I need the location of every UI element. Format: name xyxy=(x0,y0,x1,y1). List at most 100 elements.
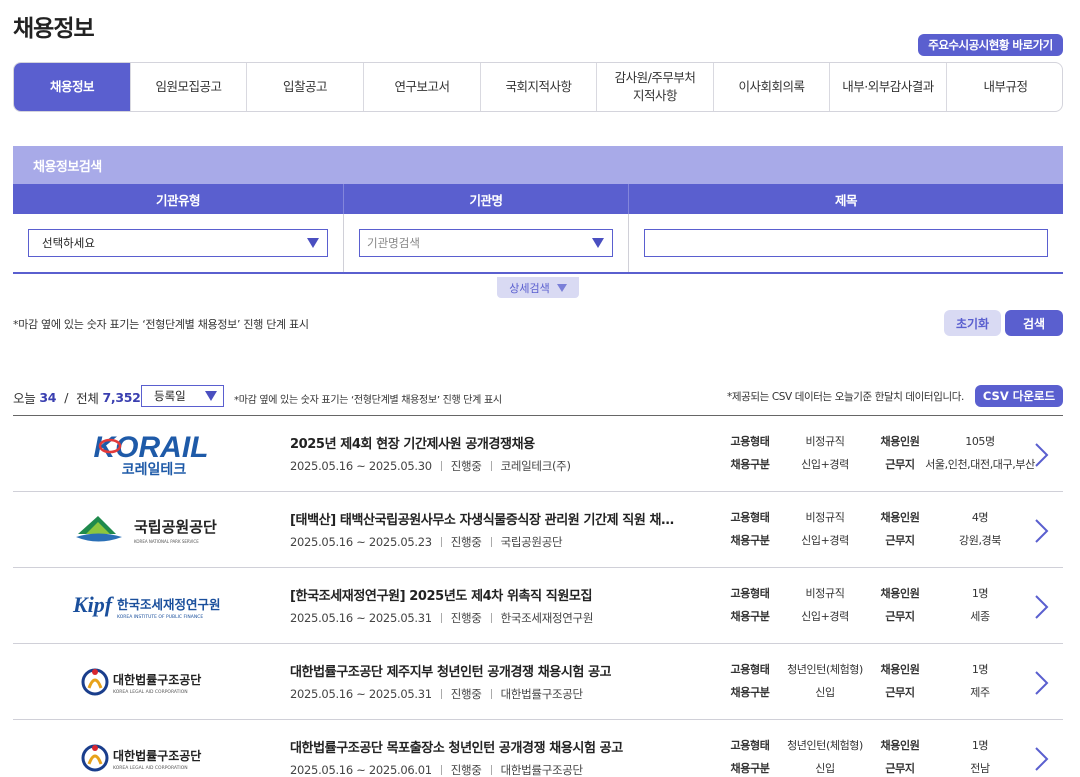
posting-period: 2025.05.16 ~ 2025.05.31 xyxy=(290,611,432,625)
tab-board-minutes[interactable]: 이사회회의록 xyxy=(714,63,830,111)
dropdown-arrow-icon xyxy=(592,238,604,248)
today-count: 34 xyxy=(39,390,57,405)
emp-type-value: 비정규직 xyxy=(805,511,845,524)
posting-title[interactable]: [한국조세재정연구원] 2025년도 제4차 위촉직 직원모집 xyxy=(290,585,592,604)
category-value: 신입+경력 xyxy=(801,458,849,471)
posting-meta: 2025.05.16 ~ 2025.05.23 진행중 국립공원공단 xyxy=(290,534,563,550)
tab-bid-notice[interactable]: 입찰공고 xyxy=(247,63,364,111)
posting-period: 2025.05.16 ~ 2025.05.30 xyxy=(290,459,432,473)
tab-audit-findings[interactable]: 감사원/주무부처 지적사항 xyxy=(597,63,714,111)
posting-title[interactable]: 대한법률구조공단 제주지부 청년인턴 공개경쟁 채용시험 공고 xyxy=(290,661,611,680)
logo-word: 한국조세재정연구원 xyxy=(117,597,221,612)
posting-status: 진행중 xyxy=(450,459,482,473)
location-value: 세종 xyxy=(970,610,990,623)
org-name-header: 기관명 xyxy=(344,184,629,214)
posting-org: 국립공원공단 xyxy=(500,535,563,549)
posting-title[interactable]: [태백산] 태백산국립공원사무소 자생식물증식장 관리원 기간제 직원 채… xyxy=(290,509,674,528)
emp-type-value: 비정규직 xyxy=(805,587,845,600)
knps-logo: 국립공원공단 KOREA NATIONAL PARK SERVICE xyxy=(68,502,233,558)
today-label: 오늘 xyxy=(13,391,36,406)
location-value: 전남 xyxy=(970,762,990,775)
tab-assembly-findings[interactable]: 국회지적사항 xyxy=(481,63,597,111)
posting-status: 진행중 xyxy=(450,687,482,701)
headcount-value: 105명 xyxy=(965,435,995,448)
list-item[interactable]: 국립공원공단 KOREA NATIONAL PARK SERVICE [태백산]… xyxy=(13,492,1063,568)
tab-executive-recruit[interactable]: 임원모집공고 xyxy=(131,63,247,111)
emp-type-label: 고용형태 xyxy=(730,663,770,676)
posting-title[interactable]: 2025년 제4회 현장 기간제사원 공개경쟁채용 xyxy=(290,433,535,452)
org-type-header: 기관유형 xyxy=(13,184,344,214)
tab-internal-rules[interactable]: 내부규정 xyxy=(947,63,1062,111)
chevron-right-icon[interactable] xyxy=(1033,518,1049,544)
category-value: 신입+경력 xyxy=(801,610,849,623)
posting-list: KORAIL 코레일테크 2025년 제4회 현장 기간제사원 공개경쟁채용 2… xyxy=(13,415,1063,777)
chevron-right-icon[interactable] xyxy=(1033,670,1049,696)
category-label: 채용구분 xyxy=(730,762,770,775)
category-label: 채용구분 xyxy=(730,610,770,623)
logo-word: 국립공원공단 xyxy=(134,518,217,536)
emp-type-label: 고용형태 xyxy=(730,511,770,524)
chevron-right-icon[interactable] xyxy=(1033,594,1049,620)
posting-info: 고용형태 청년인턴(체험형) 채용인원 1명 채용구분 신입 근무지 전남 xyxy=(725,737,1050,777)
logo-word: KORAIL xyxy=(93,431,208,464)
reset-button[interactable]: 초기화 xyxy=(944,310,1001,336)
location-label: 근무지 xyxy=(885,762,915,775)
org-name-placeholder: 기관명검색 xyxy=(367,236,420,250)
detail-search-label: 상세검색 xyxy=(509,281,550,295)
detail-search-toggle[interactable]: 상세검색 xyxy=(497,277,579,298)
category-label: 채용구분 xyxy=(730,458,770,471)
korail-tech-logo: KORAIL 코레일테크 xyxy=(68,426,233,482)
csv-download-button[interactable]: CSV 다운로드 xyxy=(975,385,1063,407)
location-value: 제주 xyxy=(970,686,990,699)
sort-select[interactable]: 등록일 xyxy=(141,385,224,407)
search-button[interactable]: 검색 xyxy=(1005,310,1063,336)
posting-status: 진행중 xyxy=(450,763,482,777)
posting-meta: 2025.05.16 ~ 2025.05.31 진행중 대한법률구조공단 xyxy=(290,686,583,702)
logo-word: 대한법률구조공단 xyxy=(113,672,201,687)
category-value: 신입 xyxy=(815,762,835,775)
csv-note: *제공되는 CSV 데이터는 오늘기준 한달치 데이터입니다. xyxy=(727,391,964,403)
org-type-value: 선택하세요 xyxy=(42,236,95,250)
emp-type-label: 고용형태 xyxy=(730,739,770,752)
list-item[interactable]: KORAIL 코레일테크 2025년 제4회 현장 기간제사원 공개경쟁채용 2… xyxy=(13,416,1063,492)
total-count: 7,352 xyxy=(102,390,141,405)
title-search-input[interactable] xyxy=(644,229,1048,257)
posting-period: 2025.05.16 ~ 2025.05.31 xyxy=(290,687,432,701)
kipf-logo: Kipf 한국조세재정연구원 KOREA INSTITUTE OF PUBLIC… xyxy=(68,578,233,634)
list-item[interactable]: 대한법률구조공단 KOREA LEGAL AID CORPORATION 대한법… xyxy=(13,720,1063,777)
org-name-select[interactable]: 기관명검색 xyxy=(359,229,613,257)
title-cell xyxy=(629,214,1063,272)
disclosure-shortcut-button[interactable]: 주요수시공시현황 바로가기 xyxy=(918,34,1063,56)
list-item[interactable]: 대한법률구조공단 KOREA LEGAL AID CORPORATION 대한법… xyxy=(13,644,1063,720)
headcount-label: 채용인원 xyxy=(880,739,920,752)
org-type-cell: 선택하세요 xyxy=(13,214,344,272)
posting-title[interactable]: 대한법률구조공단 목포출장소 청년인턴 공개경쟁 채용시험 공고 xyxy=(290,737,623,756)
emp-type-value: 청년인턴(체험형) xyxy=(787,739,863,752)
chevron-right-icon[interactable] xyxy=(1033,746,1049,772)
list-note: *마감 옆에 있는 숫자 표기는 ‘전형단계별 채용정보’ 진행 단계 표시 xyxy=(234,395,502,406)
posting-meta: 2025.05.16 ~ 2025.05.31 진행중 한국조세재정연구원 xyxy=(290,610,593,626)
title-header: 제목 xyxy=(834,192,858,208)
tab-audit-results[interactable]: 내부·외부감사결과 xyxy=(830,63,947,111)
org-type-select[interactable]: 선택하세요 xyxy=(28,229,328,257)
headcount-label: 채용인원 xyxy=(880,435,920,448)
posting-org: 대한법률구조공단 xyxy=(500,763,584,777)
posting-status: 진행중 xyxy=(450,535,482,549)
search-note: *마감 옆에 있는 숫자 표기는 ‘전형단계별 채용정보’ 진행 단계 표시 xyxy=(13,318,309,331)
logo-sub: KOREA LEGAL AID CORPORATION xyxy=(113,765,188,771)
location-label: 근무지 xyxy=(885,610,915,623)
tab-research-report[interactable]: 연구보고서 xyxy=(364,63,481,111)
chevron-right-icon[interactable] xyxy=(1033,442,1049,468)
category-value: 신입 xyxy=(815,686,835,699)
posting-period: 2025.05.16 ~ 2025.06.01 xyxy=(290,763,432,777)
headcount-value: 1명 xyxy=(971,587,989,600)
posting-info: 고용형태 비정규직 채용인원 105명 채용구분 신입+경력 근무지 서울,인천… xyxy=(725,433,1050,479)
posting-counts: 오늘 34 / 전체 7,352 xyxy=(13,388,141,407)
location-label: 근무지 xyxy=(885,534,915,547)
headcount-label: 채용인원 xyxy=(880,663,920,676)
posting-info: 고용형태 비정규직 채용인원 1명 채용구분 신입+경력 근무지 세종 xyxy=(725,585,1050,631)
search-panel-title: 채용정보검색 xyxy=(13,146,1063,184)
emp-type-label: 고용형태 xyxy=(730,587,770,600)
tab-recruitment[interactable]: 채용정보 xyxy=(14,63,131,111)
list-item[interactable]: Kipf 한국조세재정연구원 KOREA INSTITUTE OF PUBLIC… xyxy=(13,568,1063,644)
